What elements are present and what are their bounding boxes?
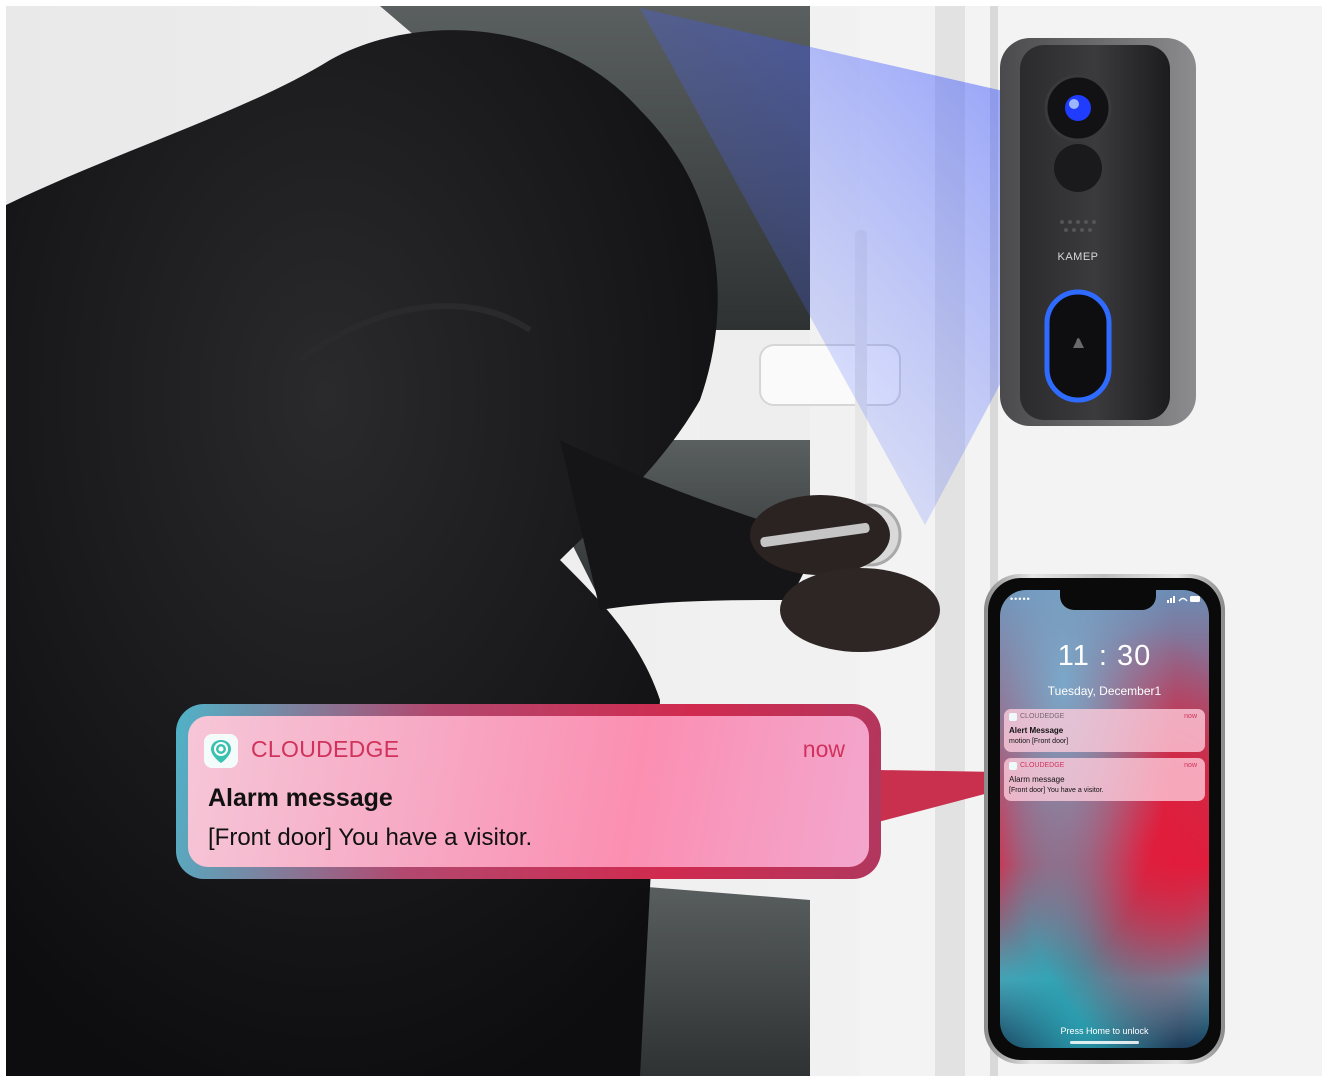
phone-notification-title: Alarm message: [1009, 775, 1065, 784]
notification-app-name: CLOUDEDGE: [251, 736, 400, 762]
phone-notification-item[interactable]: CLOUDEDGE now Alert Message motion [Fron…: [1004, 709, 1205, 752]
phone-notification-time: now: [1184, 713, 1197, 720]
signal-indicator: •••••: [1010, 594, 1031, 604]
unlock-hint: Press Home to unlock: [1060, 1026, 1149, 1036]
phone-notification-app-name: CLOUDEDGE: [1020, 713, 1065, 720]
status-icons: [1167, 596, 1200, 603]
phone-notch: [1060, 590, 1156, 610]
phone-notification-title: Alert Message: [1009, 726, 1064, 735]
phone-notification-body: [Front door] You have a visitor.: [1009, 787, 1104, 794]
notification-body: [Front door] You have a visitor.: [208, 824, 533, 851]
cloudedge-icon: [1009, 762, 1017, 770]
notification-card[interactable]: CLOUDEDGE now Alarm message [Front door]…: [188, 716, 869, 867]
phone-notification-body: motion [Front door]: [1009, 738, 1069, 745]
lock-screen-date: Tuesday, December1: [1047, 684, 1162, 698]
notification-banner[interactable]: CLOUDEDGE now Alarm message [Front door]…: [176, 704, 881, 879]
cloudedge-icon: [1009, 713, 1017, 721]
lock-screen[interactable]: ••••• 11 : 30 Tuesday, December1 CLOUDED…: [1000, 590, 1209, 1048]
phone-notification-time: now: [1184, 762, 1197, 769]
phone-notification-item[interactable]: CLOUDEDGE now Alarm message [Front door]…: [1004, 758, 1205, 801]
lock-screen-clock: 11 : 30: [1057, 640, 1152, 672]
phone-notification-app-name: CLOUDEDGE: [1020, 762, 1065, 769]
notification-title: Alarm message: [208, 784, 393, 812]
doorbell-brand-label: KAMEP: [1057, 251, 1099, 263]
phone-body: ••••• 11 : 30 Tuesday, December1 CLOUDED…: [988, 578, 1221, 1060]
smartphone: ••••• 11 : 30 Tuesday, December1 CLOUDED…: [984, 574, 1225, 1064]
notification-time: now: [802, 736, 845, 762]
home-indicator[interactable]: [1070, 1041, 1139, 1044]
cloudedge-icon: [204, 734, 238, 768]
